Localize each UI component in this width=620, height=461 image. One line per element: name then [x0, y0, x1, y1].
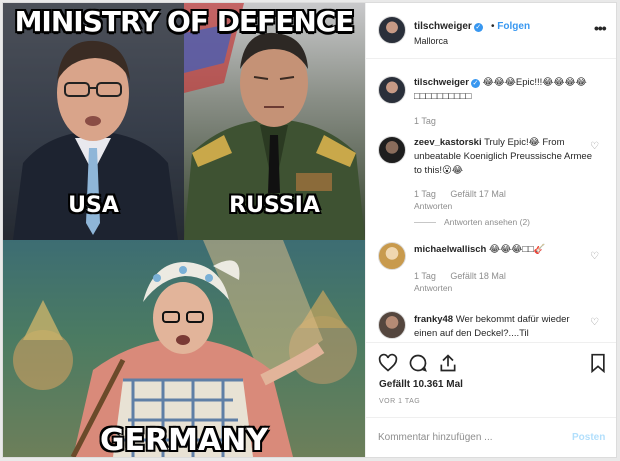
caption-time[interactable]: 1 Tag — [414, 116, 436, 126]
post-date[interactable]: VOR 1 TAG — [379, 398, 420, 405]
comment-time[interactable]: 1 Tag — [414, 271, 436, 281]
comment-username[interactable]: zeev_kastorski — [414, 137, 482, 148]
heart-icon[interactable] — [378, 353, 398, 373]
view-replies[interactable]: Antworten ansehen (2) — [414, 217, 530, 227]
comments-list: tilschweiger ✓ 😂😂😂Epic!!!😂😂😂😂□□□□□□□□□□ 1… — [366, 58, 616, 342]
verified-badge-icon: ✓ — [470, 79, 480, 88]
comment-avatar[interactable] — [378, 136, 406, 164]
comment-like-heart-icon[interactable]: ♡ — [590, 318, 600, 328]
comment-item: zeev_kastorski Truly Epic!😂 From unbeata… — [414, 136, 594, 178]
comment-icon[interactable] — [408, 353, 428, 373]
comment-text: 😂😂😂□□🎸 — [488, 244, 546, 255]
bookmark-icon[interactable] — [588, 353, 608, 373]
comment-like-heart-icon[interactable]: ♡ — [590, 252, 600, 262]
author-username[interactable]: tilschweiger — [414, 21, 472, 32]
comment-username[interactable]: michaelwallisch — [414, 244, 486, 255]
comment-item: michaelwallisch 😂😂😂□□🎸 — [414, 243, 594, 257]
caption: tilschweiger ✓ 😂😂😂Epic!!!😂😂😂😂□□□□□□□□□□ — [414, 76, 604, 104]
more-horizontal-icon[interactable]: ••• — [594, 20, 607, 36]
caption-avatar[interactable] — [378, 76, 406, 104]
comment-meta: 1 Tag Gefällt 18 Mal — [414, 271, 518, 281]
post-actions-bar — [366, 342, 616, 375]
comment-reply-button[interactable]: Antworten — [414, 201, 452, 211]
caption-username[interactable]: tilschweiger — [414, 77, 469, 88]
share-icon[interactable] — [438, 353, 458, 373]
like-count[interactable]: Gefällt 10.361 Mal — [379, 379, 463, 390]
comment-input[interactable] — [378, 428, 558, 446]
post-header: tilschweiger ✓ • Folgen Mallorca ••• — [366, 3, 616, 59]
comment-likes[interactable]: Gefällt 18 Mal — [450, 271, 506, 281]
comment-likes[interactable]: Gefällt 17 Mal — [450, 189, 506, 199]
verified-badge-icon: ✓ — [473, 23, 483, 32]
follow-separator: • — [491, 21, 495, 32]
post-sidebar: tilschweiger ✓ • Folgen Mallorca ••• tils… — [365, 3, 616, 457]
comment-avatar[interactable] — [378, 242, 406, 270]
post-comment-button[interactable]: Posten — [572, 432, 605, 443]
caption-meta: 1 Tag — [414, 116, 448, 126]
instagram-post-window: MINISTRY OF DEFENCE USA RUSSIA GERMANY t… — [2, 2, 617, 458]
comment-item: franky48 Wer bekommt dafür wieder einen … — [414, 313, 594, 341]
comment-like-heart-icon[interactable]: ♡ — [590, 142, 600, 152]
follow-row: • Folgen — [491, 21, 530, 32]
post-location[interactable]: Mallorca — [414, 36, 448, 46]
follow-button[interactable]: Folgen — [497, 21, 530, 32]
author-avatar[interactable] — [378, 16, 406, 44]
add-comment-bar: Posten — [366, 417, 616, 457]
meme-label-usa: USA — [68, 193, 119, 218]
meme-title: MINISTRY OF DEFENCE — [14, 5, 355, 38]
comment-avatar[interactable] — [378, 311, 406, 339]
comment-username[interactable]: franky48 — [414, 314, 453, 325]
view-replies-label[interactable]: Antworten ansehen (2) — [444, 217, 530, 227]
comment-meta: 1 Tag Gefällt 17 Mal — [414, 189, 518, 199]
post-image[interactable]: MINISTRY OF DEFENCE USA RUSSIA GERMANY — [3, 3, 365, 457]
comment-reply-button[interactable]: Antworten — [414, 283, 452, 293]
author-username-row: tilschweiger ✓ — [414, 21, 483, 32]
meme-label-germany: GERMANY — [99, 423, 269, 457]
meme-label-russia: RUSSIA — [229, 193, 320, 218]
comment-time[interactable]: 1 Tag — [414, 189, 436, 199]
replies-divider — [414, 222, 436, 224]
